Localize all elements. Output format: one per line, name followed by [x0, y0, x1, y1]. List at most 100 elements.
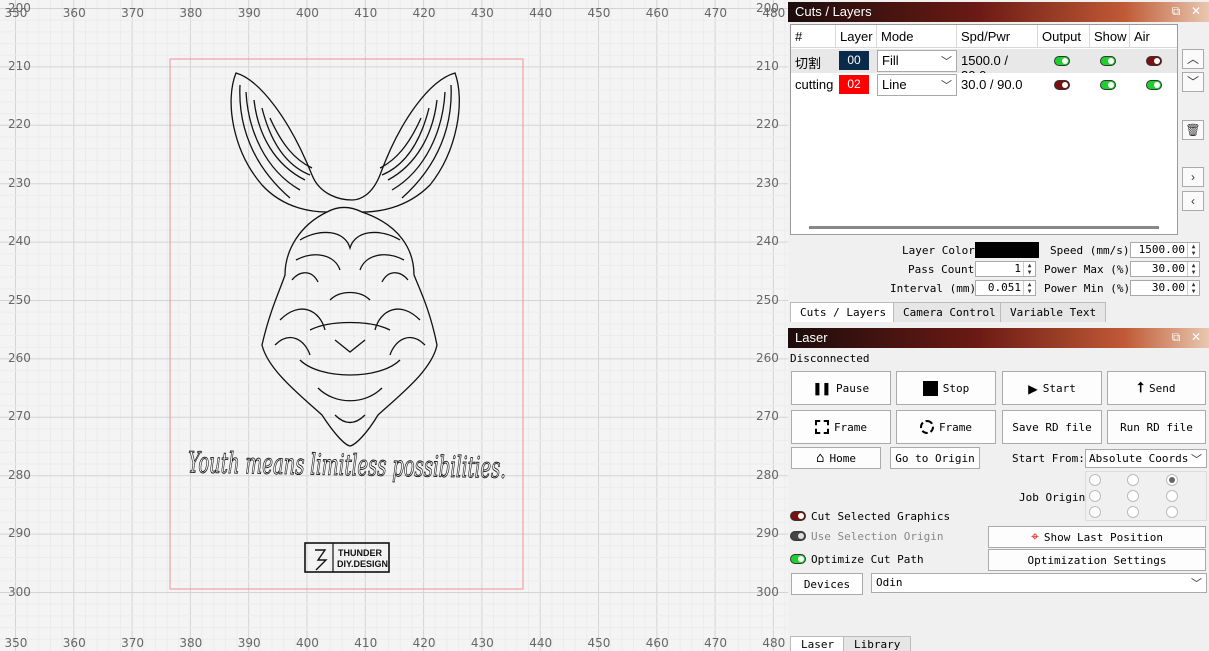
ruler-x-label: 420 [412, 6, 436, 20]
tab-variable-text[interactable]: Variable Text [1000, 302, 1107, 322]
home-button[interactable]: ⌂ Home [791, 447, 881, 469]
ruler-y-label: 300 [756, 584, 779, 599]
output-toggle[interactable] [1054, 56, 1070, 66]
job-origin-top-right[interactable] [1166, 474, 1178, 486]
ruler-y-label: 240 [8, 234, 31, 249]
layer-color-swatch[interactable] [975, 242, 1039, 258]
power-min-label: Power Min (%) [1044, 282, 1131, 295]
col-header-air: Air [1130, 25, 1177, 48]
run-rd-button[interactable]: Run RD file [1107, 410, 1206, 444]
mode-select[interactable]: Fill ﹀ [877, 50, 957, 72]
horizontal-scrollbar[interactable] [809, 226, 1159, 229]
optimization-settings-button[interactable]: Optimization Settings [988, 549, 1206, 571]
mode-select[interactable]: Line ﹀ [877, 74, 957, 96]
ruler-y-label: 270 [8, 409, 31, 424]
rabbit-artwork [230, 72, 460, 447]
ruler-x-label: 470 [704, 636, 727, 650]
spdpwr-value: 1500.0 / 30.0 [961, 53, 1008, 83]
speed-label: Speed (mm/s) [1050, 244, 1130, 257]
upload-icon: ⭡ [1137, 380, 1145, 396]
air-toggle[interactable] [1146, 80, 1162, 90]
tab-laser[interactable]: Laser [790, 636, 846, 651]
optimize-cut-path-toggle[interactable] [790, 554, 806, 564]
job-origin-top-center[interactable] [1127, 474, 1139, 486]
row-name: 切割 [795, 56, 822, 71]
layer-swatch[interactable]: 00 [839, 51, 869, 70]
go-to-origin-button[interactable]: Go to Origin [890, 447, 980, 469]
start-button[interactable]: ▶ Start [1002, 371, 1102, 405]
ruler-x-label: 420 [412, 636, 436, 650]
interval-input[interactable]: 0.051 ▲ ▼ [975, 280, 1036, 296]
send-button[interactable]: ⭡ Send [1107, 371, 1206, 405]
ruler-x-label: 350 [4, 636, 28, 650]
job-origin-bottom-left[interactable] [1089, 506, 1101, 518]
pause-button[interactable]: ❚❚ Pause [791, 371, 891, 405]
job-origin-middle-left[interactable] [1089, 490, 1101, 502]
power-max-input[interactable]: 30.00 ▲ ▼ [1130, 261, 1200, 277]
col-header-output: Output [1038, 25, 1090, 48]
table-row[interactable]: cutting 02 Line ﹀ 30.0 / 90.0 [791, 73, 1177, 97]
col-header-show: Show [1090, 25, 1130, 48]
ruler-x-label: 450 [587, 636, 611, 650]
col-header-spdpwr: Spd/Pwr [957, 25, 1038, 48]
ruler-x-label: 470 [704, 6, 727, 20]
show-toggle[interactable] [1100, 56, 1116, 66]
ruler-x-label: 430 [470, 636, 494, 650]
move-down-button[interactable]: ﹀ [1182, 72, 1204, 92]
show-toggle[interactable] [1100, 80, 1116, 90]
interval-label: Interval (mm) [890, 282, 977, 295]
layer-color-label: Layer Color [902, 244, 975, 257]
cut-selected-label: Cut Selected Graphics [811, 510, 951, 523]
job-origin-bottom-right[interactable] [1166, 506, 1178, 518]
table-row[interactable]: 切割 00 Fill﹀ 1500.0 / 30.0 [791, 49, 1177, 83]
save-rd-button[interactable]: Save RD file [1002, 410, 1102, 444]
collapse-left-button[interactable]: ‹ [1182, 191, 1204, 211]
chevron-right-icon: › [1191, 170, 1195, 184]
ruler-y-label: 210 [8, 58, 31, 73]
power-min-input[interactable]: 30.00 ▲ ▼ [1130, 280, 1200, 296]
ruler-y-label: 200 [8, 0, 31, 15]
devices-button[interactable]: Devices [791, 573, 863, 595]
device-select[interactable]: Odin ﹀ [871, 573, 1207, 593]
close-icon[interactable]: ✕ [1189, 330, 1203, 344]
cut-selected-toggle[interactable] [790, 511, 806, 521]
start-from-label: Start From: [1012, 452, 1085, 465]
tab-cuts-layers[interactable]: Cuts / Layers [790, 302, 897, 322]
expand-right-button[interactable]: › [1182, 167, 1204, 187]
show-last-position-button[interactable]: ⌖ Show Last Position [988, 526, 1206, 548]
ruler-x-label: 370 [121, 6, 144, 20]
chevron-left-icon: ‹ [1191, 194, 1195, 208]
trash-icon: 🗑 [1185, 123, 1201, 137]
tab-camera-control[interactable]: Camera Control [893, 302, 1006, 322]
speed-input[interactable]: 1500.00 ▲ ▼ [1130, 242, 1200, 258]
tab-library[interactable]: Library [843, 636, 912, 651]
connection-status: Disconnected [790, 352, 870, 365]
float-icon[interactable]: ⧉ [1169, 330, 1183, 344]
job-origin-top-left[interactable] [1089, 474, 1101, 486]
output-toggle[interactable] [1054, 80, 1070, 90]
layers-table: # Layer Mode Spd/Pwr Output Show Air 切割 … [790, 24, 1178, 235]
job-origin-middle-right[interactable] [1166, 490, 1178, 502]
stop-button[interactable]: Stop [896, 371, 996, 405]
canvas-grid: Youth means limitless possibilities. THU… [0, 0, 788, 651]
float-icon[interactable]: ⧉ [1169, 4, 1183, 18]
ruler-x-label: 430 [470, 6, 494, 20]
laser-panel-title: Laser [795, 330, 828, 345]
frame-button[interactable]: Frame [791, 410, 891, 444]
start-from-select[interactable]: Absolute Coords ﹀ [1085, 449, 1207, 468]
layer-swatch[interactable]: 02 [839, 75, 869, 94]
pass-count-input[interactable]: 1 ▲ ▼ [975, 261, 1036, 277]
use-selection-origin-toggle[interactable] [790, 531, 806, 541]
air-toggle[interactable] [1146, 56, 1162, 66]
job-origin-grid [1085, 471, 1207, 521]
job-origin-label: Job Origin [1019, 491, 1086, 504]
design-canvas[interactable]: Youth means limitless possibilities. THU… [0, 0, 788, 651]
frame-circle-button[interactable]: Frame [896, 410, 996, 444]
chevron-up-icon: ︿ [1186, 52, 1199, 66]
delete-layer-button[interactable]: 🗑 [1182, 120, 1204, 140]
chevron-down-icon: ﹀ [1191, 453, 1202, 466]
job-origin-center[interactable] [1127, 490, 1139, 502]
close-icon[interactable]: ✕ [1189, 4, 1203, 18]
job-origin-bottom-center[interactable] [1127, 506, 1139, 518]
move-up-button[interactable]: ︿ [1182, 49, 1204, 69]
